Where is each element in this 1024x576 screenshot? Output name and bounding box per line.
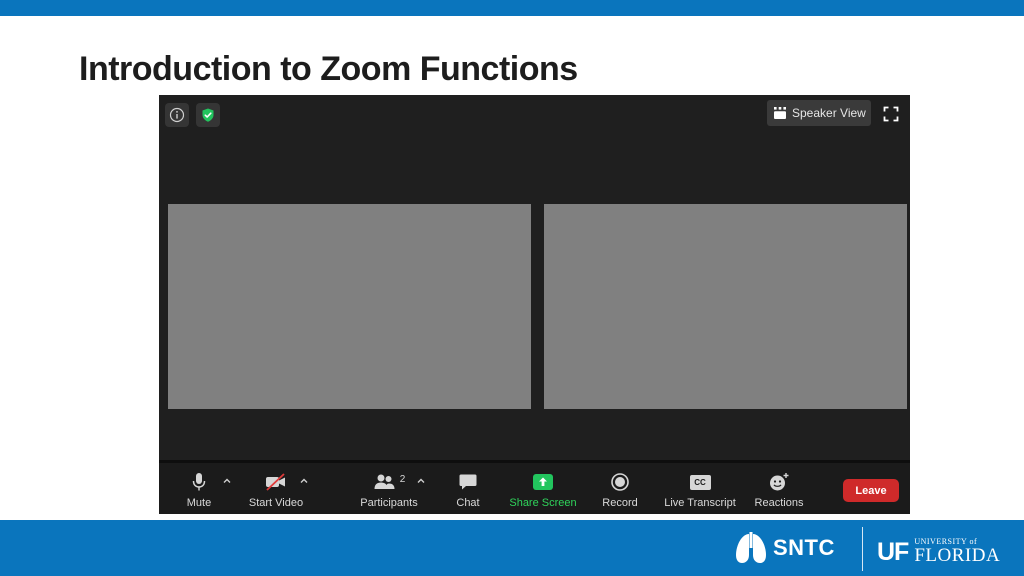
share-screen-icon (533, 474, 553, 490)
participants-icon (374, 474, 395, 489)
share-screen-button[interactable]: Share Screen (505, 463, 581, 514)
lungs-logo-icon (736, 532, 766, 563)
start-video-button[interactable]: Start Video (245, 463, 307, 514)
participant-video-tile[interactable] (544, 204, 907, 409)
info-icon (169, 107, 185, 123)
microphone-icon (192, 473, 206, 491)
slide-title: Introduction to Zoom Functions (79, 50, 578, 88)
top-color-band (0, 0, 1024, 16)
reactions-button[interactable]: Reactions (753, 463, 805, 514)
participants-button[interactable]: 2 Participants (354, 463, 424, 514)
video-off-icon (266, 473, 285, 491)
chevron-up-icon[interactable] (298, 475, 310, 487)
leave-button[interactable]: Leave (843, 479, 899, 502)
start-video-label: Start Video (248, 497, 304, 509)
logo-divider (862, 527, 863, 571)
reactions-label: Reactions (754, 497, 804, 509)
chevron-up-icon[interactable] (415, 475, 427, 487)
chevron-up-icon[interactable] (221, 475, 233, 487)
zoom-meeting-window: Speaker View Mute Start Video 2 Particip… (159, 95, 910, 514)
meeting-info-button[interactable] (165, 103, 189, 127)
chat-icon (459, 474, 477, 490)
reactions-icon (770, 473, 789, 491)
mute-button[interactable]: Mute (181, 463, 217, 514)
live-transcript-label: Live Transcript (664, 497, 736, 509)
sntc-logo: SNTC (733, 530, 835, 566)
speaker-view-button[interactable]: Speaker View (767, 100, 871, 126)
sntc-label: SNTC (773, 535, 835, 560)
share-screen-label: Share Screen (509, 497, 577, 509)
meeting-toolbar: Mute Start Video 2 Participants Chat Sha… (159, 460, 910, 514)
record-icon (611, 473, 629, 491)
participant-count: 2 (399, 473, 406, 485)
uf-wordmark: UNIVERSITY of FLORIDA (914, 537, 1000, 566)
uf-logo: UF UNIVERSITY of FLORIDA (877, 532, 1000, 566)
live-transcript-button[interactable]: CC Live Transcript (660, 463, 740, 514)
chat-label: Chat (456, 497, 480, 509)
uf-mark: UF (877, 538, 909, 566)
uf-florida-text: FLORIDA (914, 545, 1001, 566)
speaker-view-label: Speaker View (792, 106, 866, 120)
fullscreen-icon (883, 106, 899, 122)
shield-check-icon (202, 108, 214, 122)
mute-label: Mute (186, 497, 212, 509)
record-button[interactable]: Record (598, 463, 642, 514)
security-button[interactable] (196, 103, 220, 127)
speaker-view-icon (774, 107, 786, 119)
participant-video-tile[interactable] (168, 204, 531, 409)
cc-icon: CC (689, 474, 711, 490)
chat-button[interactable]: Chat (450, 463, 486, 514)
participants-label: Participants (360, 497, 418, 509)
record-label: Record (602, 497, 638, 509)
bottom-color-band (0, 520, 1024, 576)
fullscreen-button[interactable] (881, 104, 901, 124)
